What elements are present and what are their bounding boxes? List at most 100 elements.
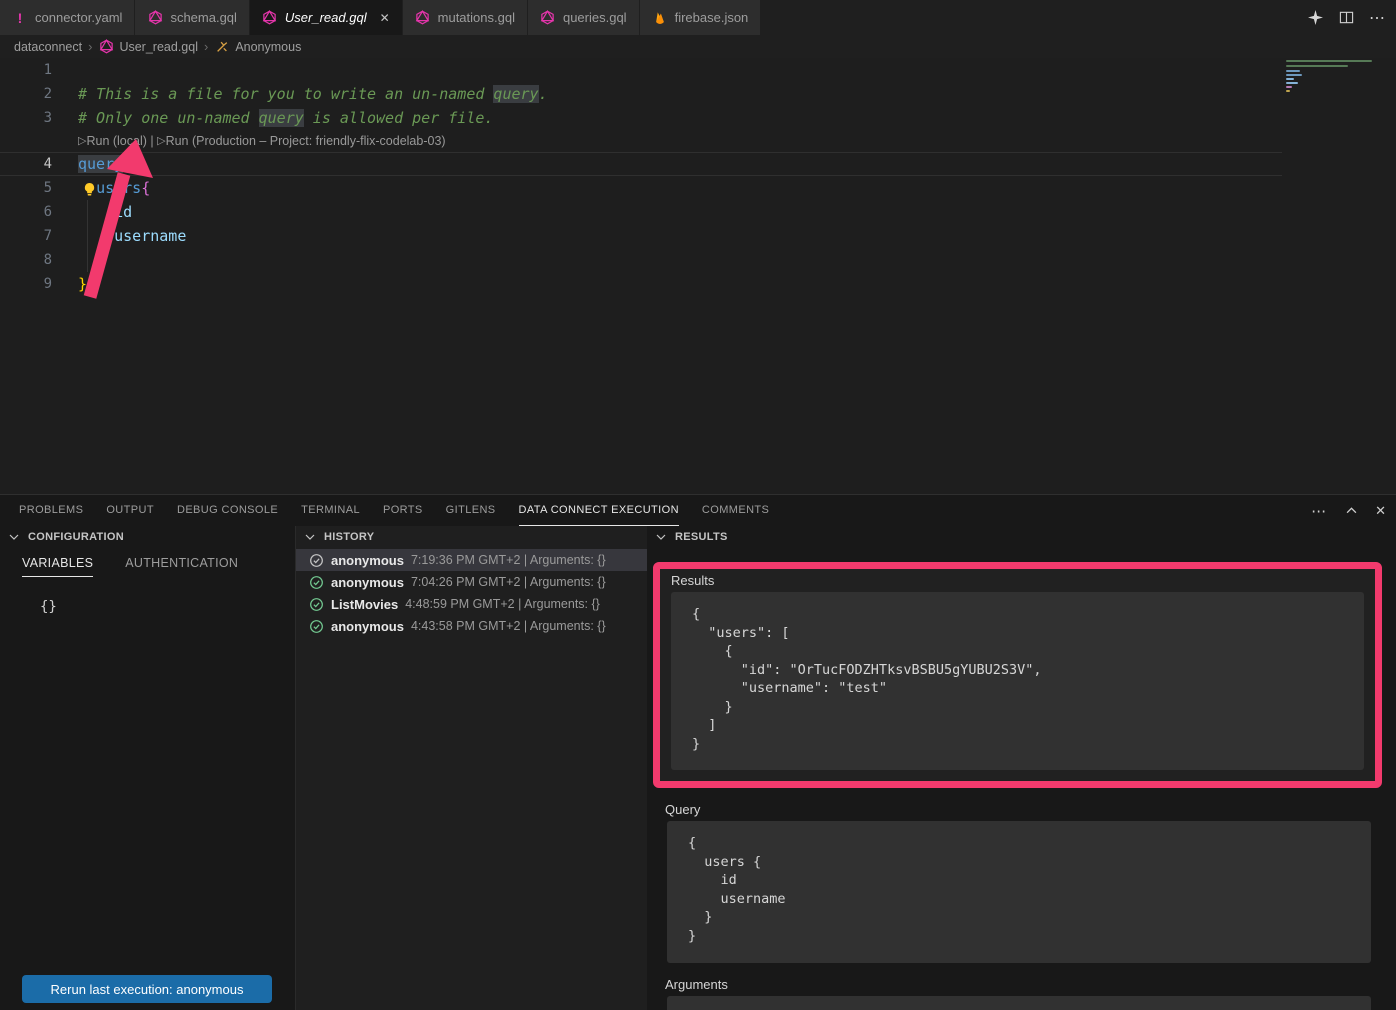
breadcrumb-separator: › <box>204 39 208 54</box>
panel-maximize-icon[interactable] <box>1343 503 1359 519</box>
minimap-bar <box>1286 90 1290 92</box>
code-token <box>123 155 132 173</box>
history-item-name: anonymous <box>331 619 404 634</box>
minimap[interactable] <box>1284 58 1388 494</box>
vscode-window: !connector.yamlschema.gqlUser_read.gql✕m… <box>0 0 1396 1010</box>
tab-firebase-json[interactable]: firebase.json <box>640 0 762 35</box>
run-local-link[interactable]: Run (local) <box>86 130 146 152</box>
config-tab-authentication[interactable]: AUTHENTICATION <box>125 556 238 577</box>
panel-tab-problems[interactable]: PROBLEMS <box>19 495 83 526</box>
copilot-sparkle-icon[interactable] <box>1307 10 1323 26</box>
tab-label: firebase.json <box>675 10 749 25</box>
line-number: 6 <box>0 200 52 224</box>
line-content <box>52 58 78 82</box>
editor-line-1[interactable]: 1 <box>0 58 1282 82</box>
editor-tab-bar: !connector.yamlschema.gqlUser_read.gql✕ m… <box>0 0 1396 35</box>
panel-more-icon[interactable]: ⋯ <box>1311 502 1327 520</box>
tab-label: connector.yaml <box>35 10 122 25</box>
config-tab-variables[interactable]: VARIABLES <box>22 556 93 577</box>
panel-tab-data-connect-execution[interactable]: DATA CONNECT EXECUTION <box>519 495 679 526</box>
graphql-icon <box>262 10 278 26</box>
editor-line-5[interactable]: 5 users{ <box>0 176 1282 200</box>
code-editor[interactable]: 12# This is a file for you to write an u… <box>0 58 1396 494</box>
codelens-row: ▷Run (local) | ▷Run (Production – Projec… <box>0 130 1282 152</box>
results-codebox[interactable]: { "users": [ { "id": "OrTucFODZHTksvBSBU… <box>671 592 1364 770</box>
editor-line-6[interactable]: 6 id <box>0 200 1282 224</box>
line-number: 8 <box>0 248 52 272</box>
panel-tab-debug-console[interactable]: DEBUG CONSOLE <box>177 495 278 526</box>
lightbulb-icon[interactable] <box>82 180 97 195</box>
history-item-name: ListMovies <box>331 597 398 612</box>
results-sections: Results { "users": [ { "id": "OrTucFODZHT… <box>647 562 1396 1010</box>
tab-label: queries.gql <box>563 10 627 25</box>
tab-label: mutations.gql <box>438 10 515 25</box>
history-list: anonymous7:19:36 PM GMT+2 | Arguments: {… <box>296 549 647 637</box>
editor-line-3[interactable]: 3# Only one un-named query is allowed pe… <box>0 106 1282 130</box>
editor-line-4[interactable]: 4query { <box>0 152 1282 176</box>
breadcrumb: dataconnect › User_read.gql › Anonymous <box>0 35 1396 58</box>
panel-body: CONFIGURATION VARIABLES AUTHENTICATION {}… <box>0 526 1396 1010</box>
breadcrumb-item-anonymous[interactable]: Anonymous <box>214 39 301 55</box>
history-item-meta: 7:04:26 PM GMT+2 | Arguments: {} <box>411 575 606 589</box>
editor-line-7[interactable]: 7 username <box>0 224 1282 248</box>
code-token: username <box>114 227 186 245</box>
history-item-meta: 4:43:58 PM GMT+2 | Arguments: {} <box>411 619 606 633</box>
breadcrumb-item-dataconnect[interactable]: dataconnect <box>14 40 82 54</box>
code-token: { <box>141 179 150 197</box>
line-content: username <box>52 224 186 248</box>
results-header[interactable]: RESULTS <box>647 526 1396 548</box>
check-circle-icon <box>309 553 324 568</box>
results-label: Results <box>671 573 1375 588</box>
minimap-bar <box>1286 74 1302 76</box>
tab-mutations-gql[interactable]: mutations.gql <box>403 0 528 35</box>
minimap-bar <box>1286 78 1294 80</box>
panel-tab-output[interactable]: OUTPUT <box>106 495 154 526</box>
arguments-codebox[interactable]: {} <box>667 996 1371 1010</box>
history-item[interactable]: anonymous7:19:36 PM GMT+2 | Arguments: {… <box>296 549 647 571</box>
tab-connector-yaml[interactable]: !connector.yaml <box>0 0 135 35</box>
panel-tab-comments[interactable]: COMMENTS <box>702 495 769 526</box>
history-item[interactable]: anonymous 4:43:58 PM GMT+2 | Arguments: {… <box>296 615 647 637</box>
minimap-bar <box>1286 70 1300 72</box>
tab-schema-gql[interactable]: schema.gql <box>135 0 249 35</box>
split-editor-icon[interactable] <box>1338 10 1354 26</box>
panel-tab-terminal[interactable]: TERMINAL <box>301 495 360 526</box>
breadcrumb-item-label: Anonymous <box>235 40 301 54</box>
panel-close-icon[interactable]: ✕ <box>1375 503 1386 519</box>
line-number: 5 <box>0 176 52 200</box>
history-item[interactable]: ListMovies4:48:59 PM GMT+2 | Arguments: … <box>296 593 647 615</box>
minimap-bar <box>1286 60 1372 62</box>
graphql-icon <box>540 10 556 26</box>
more-actions-icon[interactable]: ⋯ <box>1369 8 1386 28</box>
code-token: query <box>493 85 538 103</box>
bottom-panel: PROBLEMS OUTPUT DEBUG CONSOLE TERMINAL PORTS… <box>0 494 1396 1010</box>
chevron-down-icon <box>653 529 669 545</box>
code-token: users <box>96 179 141 197</box>
breadcrumb-separator: › <box>88 39 92 54</box>
run-production-link[interactable]: Run (Production – Project: friendly-flix… <box>166 130 446 152</box>
editor-line-2[interactable]: 2# This is a file for you to write an un… <box>0 82 1282 106</box>
indent-guide <box>87 224 88 248</box>
configuration-header-label: CONFIGURATION <box>28 531 124 543</box>
history-header[interactable]: HISTORY <box>296 526 647 548</box>
history-item-name: anonymous <box>331 575 404 590</box>
panel-tab-ports[interactable]: PORTS <box>383 495 423 526</box>
line-number: 1 <box>0 58 52 82</box>
panel-tab-gitlens[interactable]: GITLENS <box>446 495 496 526</box>
variables-value[interactable]: {} <box>40 599 57 615</box>
history-header-label: HISTORY <box>324 531 374 543</box>
query-codebox[interactable]: { users { id username } } <box>667 821 1371 963</box>
editor-line-9[interactable]: 9} <box>0 272 1282 296</box>
rerun-button[interactable]: Rerun last execution: anonymous <box>22 975 272 1003</box>
code-token <box>78 203 114 221</box>
configuration-header[interactable]: CONFIGURATION <box>0 526 295 548</box>
breadcrumb-item-user_read-gql[interactable]: User_read.gql <box>98 39 198 55</box>
close-icon[interactable]: ✕ <box>380 11 390 25</box>
history-item[interactable]: anonymous 7:04:26 PM GMT+2 | Arguments: {… <box>296 571 647 593</box>
editor-line-8[interactable]: 8 } <box>0 248 1282 272</box>
tab-queries-gql[interactable]: queries.gql <box>528 0 640 35</box>
configuration-tabs: VARIABLES AUTHENTICATION <box>22 556 238 577</box>
code-token: # This is a file for you to write an un-… <box>78 85 493 103</box>
tab-User_read-gql[interactable]: User_read.gql✕ <box>250 0 403 35</box>
graphql-icon <box>98 39 114 55</box>
